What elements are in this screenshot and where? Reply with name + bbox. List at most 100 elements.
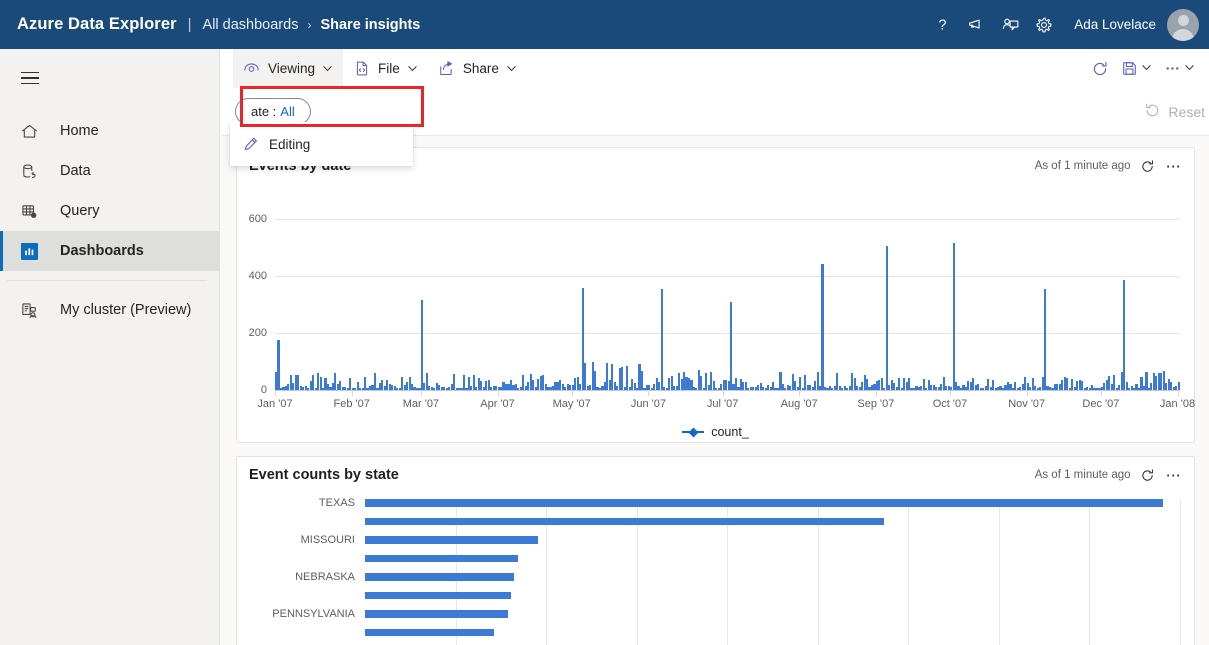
tile-title: Event counts by state (249, 467, 399, 483)
mode-viewing-label: Viewing (268, 61, 315, 76)
x-tick-label: Jan '07 (257, 398, 292, 410)
hamburger-line (21, 83, 39, 85)
sidebar-item-dashboards[interactable]: Dashboards (0, 231, 219, 271)
gridline (999, 499, 1000, 645)
user-name-label: Ada Lovelace (1074, 17, 1156, 32)
tile-more-icon[interactable]: ⋯ (1166, 159, 1182, 174)
bar-state[interactable] (365, 555, 518, 563)
sidebar-item-label: My cluster (Preview) (60, 302, 191, 318)
share-arrow-icon (438, 60, 455, 77)
x-tick-label: Apr '07 (480, 398, 515, 410)
sidebar-divider (7, 280, 207, 281)
file-menu-button[interactable]: File (343, 49, 428, 88)
tile-event-counts-by-state: Event counts by state As of 1 minute ago… (236, 456, 1195, 645)
x-tick (648, 390, 649, 396)
chart-event-counts-by-state: TEXASMISSOURINEBRASKAPENNSYLVANIASOUTH D… (237, 493, 1194, 645)
filter-pill-label: ate : (251, 104, 276, 119)
breadcrumb-all-dashboards[interactable]: All dashboards (203, 17, 299, 33)
sidebar-nav: Home Data Quer (0, 111, 219, 271)
tile-refresh-icon[interactable] (1140, 159, 1155, 174)
tile-status-label: As of 1 minute ago (1035, 160, 1131, 172)
eye-icon (243, 60, 260, 77)
command-bar-right-actions (1085, 49, 1209, 88)
refresh-button[interactable] (1085, 49, 1115, 88)
tile-events-by-date: Events by date As of 1 minute ago ⋯ 600 … (236, 147, 1195, 443)
filter-bar: ate : All Reset Editing (221, 88, 1209, 136)
x-tick-label: Mar '07 (403, 398, 439, 410)
bar-state[interactable] (365, 629, 494, 637)
bar-state[interactable] (365, 536, 538, 544)
breadcrumb-current-dashboard: Share insights (320, 17, 420, 33)
reset-filters-button[interactable]: Reset (1144, 102, 1205, 122)
chart-legend: count_ (237, 425, 1194, 439)
overflow-menu-button[interactable] (1158, 49, 1201, 88)
x-tick (1178, 390, 1179, 396)
menu-item-editing[interactable]: Editing (230, 126, 413, 162)
sidebar-item-query[interactable]: Query (0, 191, 219, 231)
x-tick-label: May '07 (553, 398, 591, 410)
help-icon[interactable]: ? (925, 0, 959, 49)
sidebar-item-data[interactable]: Data (0, 151, 219, 191)
reset-label: Reset (1168, 104, 1205, 120)
state-axis-label: PENNSYLVANIA (237, 608, 355, 620)
hamburger-line (21, 72, 39, 74)
menu-item-label: Editing (269, 137, 310, 152)
chevron-down-icon (1184, 60, 1195, 78)
chevron-down-icon (407, 63, 418, 74)
x-tick-label: Dec '07 (1082, 398, 1119, 410)
settings-gear-icon[interactable] (1027, 0, 1061, 49)
x-tick (275, 390, 276, 396)
x-tick (876, 390, 877, 396)
tile-more-icon[interactable]: ⋯ (1166, 468, 1182, 483)
tile-header-actions: As of 1 minute ago ⋯ (1035, 159, 1186, 174)
svg-text:?: ? (938, 18, 946, 33)
bar-state[interactable] (365, 610, 508, 618)
app-brand: Azure Data Explorer (17, 15, 177, 34)
filter-pill-value: All (280, 104, 294, 119)
bar-state[interactable] (365, 573, 514, 581)
chevron-down-icon (506, 63, 517, 74)
x-tick-label: Nov '07 (1008, 398, 1045, 410)
series-count (275, 204, 1180, 390)
x-tick (421, 390, 422, 396)
left-sidebar: Home Data Quer (0, 49, 220, 645)
tile-refresh-icon[interactable] (1140, 468, 1155, 483)
save-button[interactable] (1115, 49, 1158, 88)
dashboard-bar-icon (18, 240, 40, 262)
x-tick (799, 390, 800, 396)
tile-header-actions: As of 1 minute ago ⋯ (1035, 468, 1186, 483)
chevron-down-icon (1141, 60, 1152, 78)
y-tick-label: 200 (237, 327, 267, 339)
global-navigation-button[interactable] (6, 56, 54, 100)
state-axis-label: NEBRASKA (237, 571, 355, 583)
announcements-icon[interactable] (959, 0, 993, 49)
sidebar-item-label: Data (60, 163, 91, 179)
pencil-edit-icon (242, 136, 259, 153)
sidebar-item-home[interactable]: Home (0, 111, 219, 151)
avatar[interactable] (1167, 9, 1199, 41)
x-tick-label: Jan '08 (1160, 398, 1195, 410)
share-menu-button[interactable]: Share (428, 49, 527, 88)
legend-label[interactable]: count_ (711, 425, 749, 439)
bar-state[interactable] (365, 592, 511, 600)
sidebar-item-my-cluster[interactable]: My cluster (Preview) (0, 290, 219, 330)
share-menu-label: Share (463, 61, 499, 76)
x-tick-label: Jun '07 (631, 398, 666, 410)
x-tick (352, 390, 353, 396)
state-axis-label: MISSOURI (237, 534, 355, 546)
bar-state[interactable] (365, 499, 1163, 507)
feedback-icon[interactable] (993, 0, 1027, 49)
gridline (275, 390, 1180, 391)
breadcrumb-chevron-icon: › (307, 18, 311, 32)
filter-pill-date[interactable]: ate : All (235, 98, 311, 125)
bar-state[interactable] (365, 518, 884, 526)
undo-reset-icon (1144, 102, 1168, 122)
x-tick-label: Feb '07 (334, 398, 370, 410)
gridline (1089, 499, 1090, 645)
legend-marker-icon (682, 427, 704, 437)
x-tick (950, 390, 951, 396)
mode-viewing-button[interactable]: Viewing (233, 49, 343, 88)
file-code-icon (353, 60, 370, 77)
tile-header: Event counts by state As of 1 minute ago… (237, 457, 1194, 493)
hamburger-line (21, 77, 39, 79)
